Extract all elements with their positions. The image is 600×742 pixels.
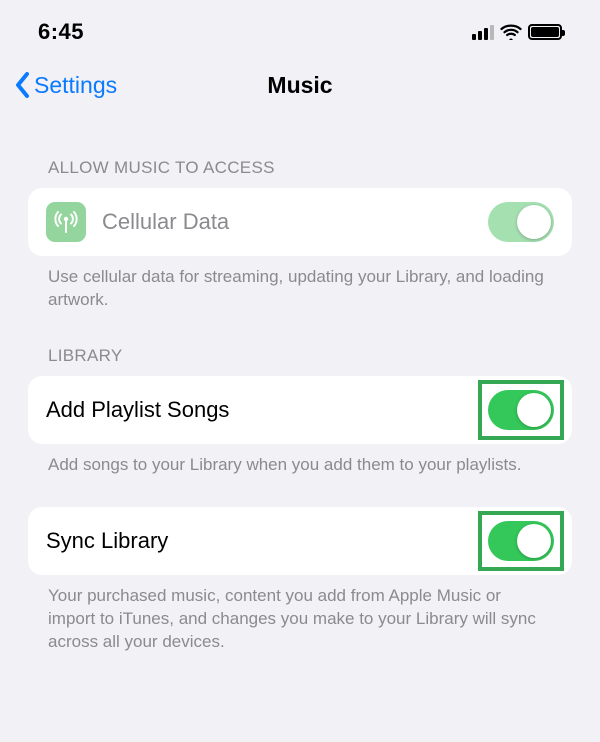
add-playlist-songs-label: Add Playlist Songs: [46, 397, 462, 423]
section-library: Library Add Playlist Songs Add songs to …: [0, 346, 600, 654]
row-add-playlist-songs[interactable]: Add Playlist Songs: [28, 376, 572, 444]
section-header-library: Library: [28, 346, 572, 376]
sync-library-label: Sync Library: [46, 528, 462, 554]
nav-header: Settings Music: [0, 56, 600, 114]
add-playlist-songs-footer: Add songs to your Library when you add t…: [28, 444, 572, 477]
sync-library-footer: Your purchased music, content you add fr…: [28, 575, 572, 654]
cellular-data-label: Cellular Data: [102, 209, 472, 235]
highlight-add-playlist-toggle: [478, 380, 564, 440]
section-header-access: Allow Music to Access: [28, 158, 572, 188]
back-button[interactable]: Settings: [0, 71, 117, 99]
status-icons: [472, 24, 562, 40]
cellular-antenna-icon: [46, 202, 86, 242]
cellular-signal-icon: [472, 24, 494, 40]
chevron-left-icon: [14, 71, 32, 99]
status-bar: 6:45: [0, 0, 600, 56]
row-sync-library[interactable]: Sync Library: [28, 507, 572, 575]
row-cellular-data[interactable]: Cellular Data: [28, 188, 572, 256]
battery-icon: [528, 24, 562, 40]
highlight-sync-library-toggle: [478, 511, 564, 571]
section-access: Allow Music to Access Cellular Data Use …: [0, 158, 600, 312]
cellular-data-footer: Use cellular data for streaming, updatin…: [28, 256, 572, 312]
sync-library-toggle[interactable]: [488, 521, 554, 561]
status-time: 6:45: [38, 19, 84, 45]
add-playlist-songs-toggle[interactable]: [488, 390, 554, 430]
wifi-icon: [500, 24, 522, 40]
cellular-data-toggle[interactable]: [488, 202, 554, 242]
back-label: Settings: [34, 72, 117, 99]
